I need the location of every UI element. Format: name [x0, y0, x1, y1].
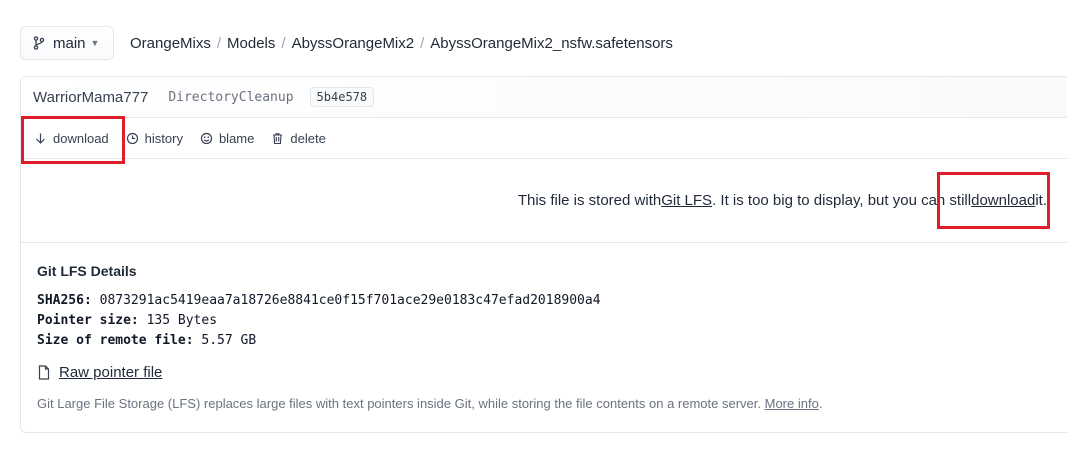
remote-size-value: 5.57 GB — [201, 333, 257, 348]
more-info-link[interactable]: More info — [765, 396, 819, 411]
breadcrumb-item-models[interactable]: Models — [227, 35, 275, 52]
remote-size-label: Size of remote file: — [37, 333, 194, 348]
history-button[interactable]: history — [126, 131, 183, 146]
lfs-details: Git LFS Details SHA256: 0873291ac5419eaa… — [21, 243, 1067, 431]
blame-label: blame — [218, 130, 255, 146]
git-lfs-link[interactable]: Git LFS — [661, 192, 712, 209]
history-label: history — [144, 130, 183, 146]
lfs-details-title: Git LFS Details — [37, 263, 137, 279]
commit-author[interactable]: WarriorMama777 — [33, 89, 148, 106]
file-actions-row: download history blame delete — [21, 118, 1067, 159]
file-panel: WarriorMama777 DirectoryCleanup 5b4e578 … — [20, 76, 1067, 433]
breadcrumb-separator: / — [281, 34, 286, 52]
lfs-message-middle: . It is too big to display, but you can … — [712, 192, 972, 209]
top-bar: main ▼ OrangeMixs / Models / AbyssOrange… — [20, 26, 1067, 60]
commit-row: WarriorMama777 DirectoryCleanup 5b4e578 — [21, 77, 1067, 118]
trash-icon — [273, 132, 283, 144]
lfs-message: This file is stored with Git LFS . It is… — [21, 159, 1067, 243]
arrow-down-icon — [36, 133, 45, 144]
commit-hash-badge[interactable]: 5b4e578 — [309, 87, 375, 107]
pointer-size-label: Pointer size: — [37, 313, 139, 328]
breadcrumb-separator: / — [420, 34, 425, 52]
breadcrumb-separator: / — [216, 34, 222, 52]
clock-icon — [126, 132, 138, 144]
breadcrumb-item-abyssorangemix2[interactable]: AbyssOrangeMix2 — [292, 35, 415, 52]
breadcrumb: OrangeMixs / Models / AbyssOrangeMix2 / … — [130, 35, 673, 52]
sha256-line: SHA256: 0873291ac5419eaa7a18726e8841ce0f… — [37, 291, 1063, 311]
chevron-down-icon: ▼ — [90, 38, 100, 48]
lfs-footnote-end: . — [818, 396, 823, 411]
remote-size-line: Size of remote file: 5.57 GB — [37, 331, 1063, 351]
breadcrumb-item-file: AbyssOrangeMix2_nsfw.safetensors — [430, 34, 673, 52]
raw-pointer-file-label: Raw pointer file — [59, 364, 163, 381]
pointer-size-line: Pointer size: 135 Bytes — [37, 311, 1063, 331]
delete-button[interactable]: delete — [271, 130, 326, 146]
file-icon — [38, 365, 50, 380]
lfs-message-prefix: This file is stored with — [517, 192, 662, 209]
commit-message[interactable]: DirectoryCleanup — [168, 90, 293, 105]
pointer-size-value: 135 Bytes — [146, 313, 218, 328]
smiley-icon — [200, 132, 213, 144]
raw-pointer-file-link[interactable]: Raw pointer file — [37, 364, 1063, 381]
lfs-footnote-text: Git Large File Storage (LFS) replaces la… — [37, 396, 765, 411]
branch-selector-button[interactable]: main ▼ — [20, 26, 114, 60]
download-label: download — [53, 130, 109, 146]
sha256-value: 0873291ac5419eaa7a18726e8841ce0f15f701ac… — [99, 293, 601, 308]
delete-label: delete — [290, 130, 326, 146]
download-link[interactable]: download — [971, 192, 1035, 209]
git-branch-icon — [33, 36, 45, 50]
blame-button[interactable]: blame — [200, 131, 254, 146]
download-button[interactable]: download — [34, 131, 109, 146]
sha256-label: SHA256: — [37, 293, 92, 308]
breadcrumb-item-orangemixs[interactable]: OrangeMixs — [130, 35, 211, 52]
lfs-footnote: Git Large File Storage (LFS) replaces la… — [37, 396, 1063, 411]
branch-label: main — [53, 34, 86, 52]
lfs-message-suffix: it. — [1035, 192, 1047, 209]
